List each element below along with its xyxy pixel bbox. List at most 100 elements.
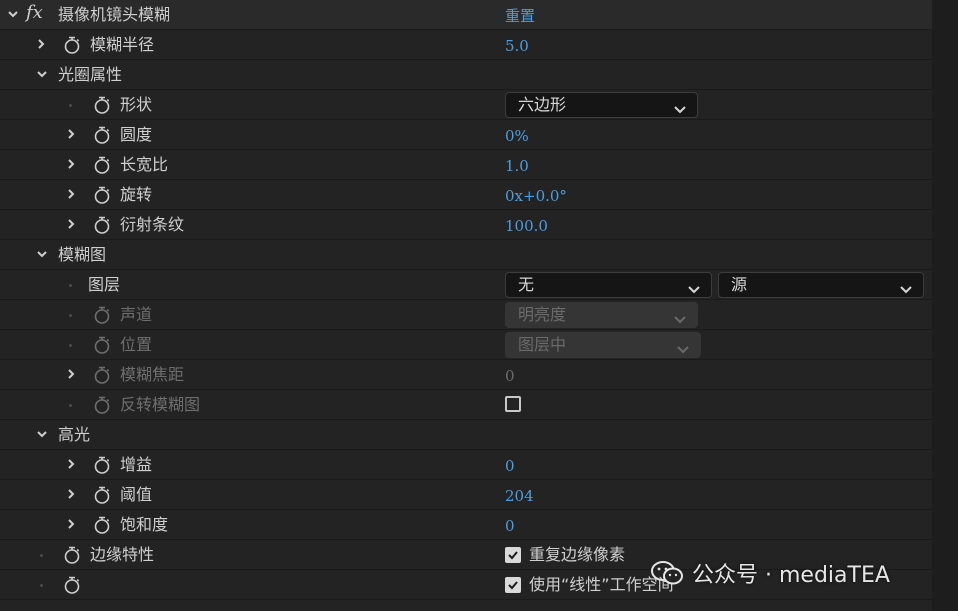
stopwatch-icon [93, 395, 111, 415]
stopwatch-icon [93, 335, 111, 355]
stopwatch-icon[interactable] [93, 185, 111, 205]
chevron-down-icon[interactable] [7, 8, 19, 20]
aspect-ratio-label: 长宽比 [120, 155, 169, 174]
effect-name: 摄像机镜头模糊 [58, 5, 171, 24]
shape-dropdown[interactable]: 六边形 [505, 92, 698, 118]
row-dot [69, 284, 72, 287]
checkmark-icon [508, 581, 518, 590]
invert-blur-map-label: 反转模糊图 [120, 395, 201, 414]
row-dot [69, 314, 72, 317]
property-row-roundness: 圆度 0% [0, 120, 932, 150]
highlight-label: 高光 [58, 425, 91, 444]
roundness-value[interactable]: 0% [505, 125, 529, 147]
property-row-placement: 位置 图层中 [0, 330, 932, 360]
effect-controls-panel: fx 摄像机镜头模糊 重置 模糊半径 5.0 光圈属性 形状 六边形 圆度 0%… [0, 0, 932, 611]
layer-source-dropdown-value: 源 [731, 275, 748, 294]
wechat-icon [651, 561, 683, 585]
property-row-invert-blur-map: 反转模糊图 [0, 390, 932, 420]
gain-label: 增益 [120, 455, 153, 474]
chevron-right-icon[interactable] [65, 458, 77, 470]
row-dot [69, 104, 72, 107]
fx-icon[interactable]: fx [26, 2, 48, 24]
row-dot [40, 554, 43, 557]
row-dot [69, 344, 72, 347]
chevron-right-icon[interactable] [65, 188, 77, 200]
property-row-channel: 声道 明亮度 [0, 300, 932, 330]
chevron-right-icon[interactable] [35, 38, 47, 50]
chevron-right-icon[interactable] [65, 218, 77, 230]
edge-behavior-label: 边缘特性 [90, 545, 155, 564]
stopwatch-icon [93, 305, 111, 325]
stopwatch-icon[interactable] [93, 455, 111, 475]
blur-radius-label: 模糊半径 [90, 35, 155, 54]
chevron-right-icon[interactable] [65, 518, 77, 530]
invert-blur-map-checkbox[interactable] [505, 396, 521, 412]
threshold-label: 阈值 [120, 485, 153, 504]
stopwatch-icon[interactable] [93, 95, 111, 115]
row-dot [40, 584, 43, 587]
channel-label: 声道 [120, 305, 153, 324]
property-row-threshold: 阈值 204 [0, 480, 932, 510]
property-row-gain: 增益 0 [0, 450, 932, 480]
chevron-right-icon[interactable] [65, 128, 77, 140]
chevron-right-icon[interactable] [65, 488, 77, 500]
property-row-rotation: 旋转 0x+0.0° [0, 180, 932, 210]
linear-working-space-checkbox[interactable] [505, 577, 521, 593]
stopwatch-icon[interactable] [63, 545, 81, 565]
group-row-blur-map: 模糊图 [0, 240, 932, 270]
chevron-down-icon[interactable] [36, 68, 48, 80]
stopwatch-icon[interactable] [63, 575, 81, 595]
group-row-highlight: 高光 [0, 420, 932, 450]
roundness-label: 圆度 [120, 125, 153, 144]
chevron-down-icon [676, 339, 690, 354]
reset-button[interactable]: 重置 [505, 5, 535, 27]
property-row-blur-focal-distance: 模糊焦距 0 [0, 360, 932, 390]
placement-dropdown-value: 图层中 [518, 335, 567, 354]
threshold-value[interactable]: 204 [505, 485, 534, 507]
stopwatch-icon[interactable] [93, 125, 111, 145]
scrollbar-track[interactable] [932, 0, 958, 611]
watermark: 公众号 · mediaTEA [650, 558, 890, 588]
aspect-ratio-value[interactable]: 1.0 [505, 155, 529, 177]
stopwatch-icon[interactable] [93, 515, 111, 535]
blur-focal-distance-label: 模糊焦距 [120, 365, 185, 384]
stopwatch-icon[interactable] [93, 485, 111, 505]
property-row-blur-radius: 模糊半径 5.0 [0, 30, 932, 60]
gain-value[interactable]: 0 [505, 455, 515, 477]
rotation-label: 旋转 [120, 185, 153, 204]
repeat-edge-pixels-label: 重复边缘像素 [529, 545, 626, 564]
chevron-down-icon [687, 279, 701, 294]
group-row-iris-properties: 光圈属性 [0, 60, 932, 90]
chevron-down-icon [899, 279, 913, 294]
effect-header-row: fx 摄像机镜头模糊 重置 [0, 0, 932, 30]
placement-dropdown: 图层中 [505, 332, 701, 358]
blur-map-label: 模糊图 [58, 245, 107, 264]
stopwatch-icon[interactable] [93, 155, 111, 175]
rotation-value[interactable]: 0x+0.0° [505, 185, 567, 207]
chevron-down-icon [673, 99, 687, 114]
property-row-shape: 形状 六边形 [0, 90, 932, 120]
chevron-right-icon[interactable] [65, 368, 77, 380]
stopwatch-icon[interactable] [93, 215, 111, 235]
chevron-right-icon[interactable] [65, 158, 77, 170]
layer-source-dropdown[interactable]: 源 [718, 272, 924, 298]
iris-properties-label: 光圈属性 [58, 65, 123, 84]
chevron-down-icon[interactable] [36, 248, 48, 260]
saturation-value[interactable]: 0 [505, 515, 515, 537]
shape-label: 形状 [120, 95, 153, 114]
diffraction-fringe-label: 衍射条纹 [120, 215, 185, 234]
property-row-diffraction-fringe: 衍射条纹 100.0 [0, 210, 932, 240]
diffraction-fringe-value[interactable]: 100.0 [505, 215, 548, 237]
layer-dropdown[interactable]: 无 [505, 272, 712, 298]
saturation-label: 饱和度 [120, 515, 169, 534]
blur-radius-value[interactable]: 5.0 [505, 35, 529, 57]
channel-dropdown-value: 明亮度 [518, 305, 567, 324]
row-dot [69, 404, 72, 407]
repeat-edge-pixels-checkbox[interactable] [505, 547, 521, 563]
stopwatch-icon [93, 365, 111, 385]
layer-label: 图层 [88, 275, 121, 294]
stopwatch-icon[interactable] [63, 35, 81, 55]
chevron-down-icon [673, 309, 687, 324]
property-row-aspect-ratio: 长宽比 1.0 [0, 150, 932, 180]
chevron-down-icon[interactable] [36, 428, 48, 440]
